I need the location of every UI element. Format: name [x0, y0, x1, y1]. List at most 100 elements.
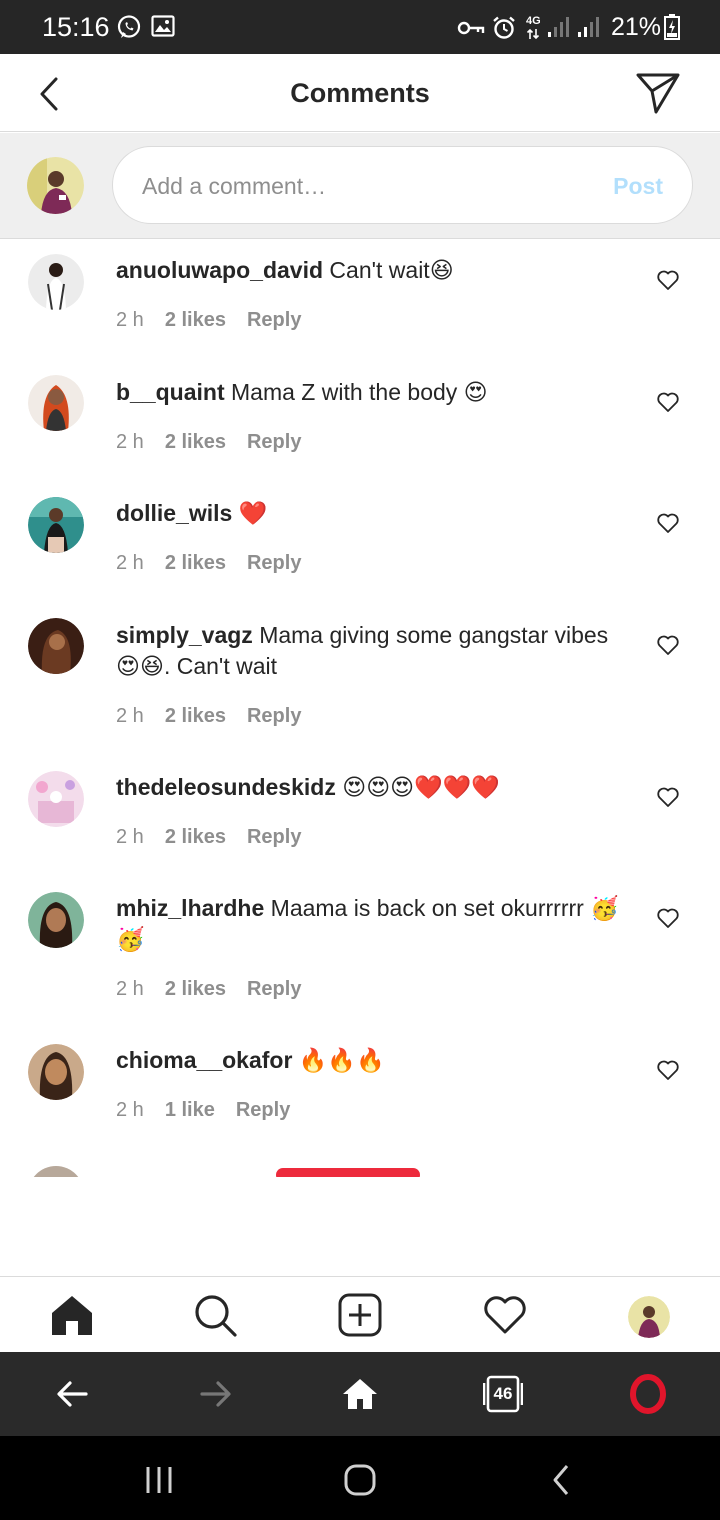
comment-meta: 2 h 1 like Reply [116, 1099, 311, 1122]
comment-username[interactable]: mhiz_lhardhe [116, 895, 264, 921]
user-avatar [27, 157, 84, 214]
commenter-avatar[interactable] [28, 618, 84, 674]
search-icon[interactable] [193, 1293, 237, 1337]
comment-time: 2 h [116, 978, 144, 1000]
header: Comments [0, 54, 720, 132]
comment-text: thedeleosundeskidz 😍😍😍❤️❤️❤️ [116, 772, 626, 803]
comment-text: anuoluwapo_david Can't wait😆 [116, 255, 626, 286]
reply-button[interactable]: Reply [247, 705, 301, 727]
gallery-icon [151, 15, 175, 37]
network-type: 4G [526, 15, 541, 27]
commenter-avatar[interactable] [28, 1166, 84, 1177]
commenter-avatar[interactable] [28, 375, 84, 431]
recents-icon[interactable] [142, 1463, 176, 1497]
commenter-avatar[interactable] [28, 497, 84, 553]
comment-likes[interactable]: 2 likes [165, 705, 226, 727]
browser-forward-icon[interactable] [196, 1374, 236, 1414]
data-arrows-icon [526, 28, 540, 40]
comment-placeholder: Add a comment… [142, 173, 327, 199]
comment-time: 2 h [116, 309, 144, 331]
comment-body: 🔥🔥🔥 [298, 1047, 385, 1073]
vpn-key-icon [457, 21, 485, 35]
activity-heart-icon[interactable] [483, 1293, 527, 1337]
commenter-avatar[interactable] [28, 892, 84, 948]
heart-icon[interactable] [656, 906, 680, 930]
heart-icon[interactable] [656, 1058, 680, 1082]
comment-body: ❤️ [238, 500, 268, 526]
comment-likes[interactable]: 1 like [165, 1099, 215, 1121]
comment-input[interactable]: Add a comment… Post [112, 146, 693, 224]
whatsapp-icon [117, 15, 141, 38]
comment-likes[interactable]: 2 likes [165, 826, 226, 848]
reply-button[interactable]: Reply [247, 552, 301, 574]
comment-hearts-partial [276, 1168, 420, 1177]
comments-list[interactable]: anuoluwapo_david Can't wait😆 2 h 2 likes R… [0, 240, 720, 1177]
comment-likes[interactable]: 2 likes [165, 431, 226, 453]
alarm-icon [493, 16, 515, 39]
bottom-nav [0, 1276, 720, 1352]
comment-username[interactable]: anuoluwapo_david [116, 257, 323, 283]
comment-time: 2 h [116, 705, 144, 727]
heart-icon[interactable] [656, 633, 680, 657]
reply-button[interactable]: Reply [247, 826, 301, 848]
comment-likes[interactable]: 2 likes [165, 552, 226, 574]
comment-text: simply_vagz Mama giving some gangstar vi… [116, 620, 626, 682]
profile-avatar[interactable] [628, 1296, 670, 1338]
system-nav [0, 1436, 720, 1520]
commenter-avatar[interactable] [28, 1044, 84, 1100]
comment-meta: 2 h 2 likes Reply [116, 978, 322, 1001]
comment-likes[interactable]: 2 likes [165, 309, 226, 331]
comment-body: 😍😍😍❤️❤️❤️ [342, 774, 501, 800]
tabs-count: 46 [493, 1384, 513, 1403]
page-title: Comments [290, 78, 430, 108]
send-icon[interactable] [634, 70, 682, 116]
comment-username[interactable]: dollie_wils [116, 500, 232, 526]
comment-time: 2 h [116, 552, 144, 574]
battery-icon [664, 14, 680, 40]
post-button[interactable]: Post [613, 173, 663, 200]
comment-time: 2 h [116, 1099, 144, 1121]
comment-meta: 2 h 2 likes Reply [116, 431, 322, 454]
browser-home-icon[interactable] [340, 1374, 380, 1414]
reply-button[interactable]: Reply [247, 978, 301, 1000]
comment-username[interactable]: simply_vagz [116, 622, 253, 648]
heart-icon[interactable] [656, 785, 680, 809]
comment-body: Mama Z with the body 😍 [231, 379, 488, 405]
heart-icon[interactable] [656, 268, 680, 292]
comment-username[interactable]: thedeleosundeskidz [116, 774, 336, 800]
home-circle-icon[interactable] [343, 1463, 377, 1497]
comment-meta: 2 h 2 likes Reply [116, 309, 322, 332]
opera-menu-icon[interactable] [628, 1374, 668, 1414]
heart-icon[interactable] [656, 390, 680, 414]
comment-composer: Add a comment… Post [0, 133, 720, 239]
comment-likes[interactable]: 2 likes [165, 978, 226, 1000]
comment-time: 2 h [116, 826, 144, 848]
commenter-avatar[interactable] [28, 254, 84, 310]
comment-username[interactable]: chioma__okafor [116, 1047, 292, 1073]
reply-button[interactable]: Reply [247, 431, 301, 453]
reply-button[interactable]: Reply [236, 1099, 290, 1121]
tabs-icon[interactable]: 46 [483, 1374, 523, 1414]
comment-meta: 2 h 2 likes Reply [116, 552, 322, 575]
comment-time: 2 h [116, 431, 144, 453]
status-time: 15:16 [42, 12, 110, 42]
new-post-icon[interactable] [338, 1293, 382, 1337]
comment-text: dollie_wils ❤️ [116, 498, 626, 529]
comment-body: Can't wait😆 [329, 257, 454, 283]
comment-text: b__quaint Mama Z with the body 😍 [116, 377, 626, 408]
status-bar: 15:16 4G 21% [0, 0, 720, 54]
home-icon[interactable] [50, 1293, 94, 1337]
comment-meta: 2 h 2 likes Reply [116, 705, 322, 728]
comment-username[interactable]: b__quaint [116, 379, 225, 405]
battery-percent: 21% [611, 13, 662, 41]
browser-back-icon[interactable] [52, 1374, 92, 1414]
back-chevron-icon[interactable] [545, 1463, 579, 1497]
comment-text: mhiz_lhardhe Maama is back on set okurrr… [116, 893, 626, 955]
comment-meta: 2 h 2 likes Reply [116, 826, 322, 849]
commenter-avatar[interactable] [28, 771, 84, 827]
signal-icon-2 [578, 17, 599, 37]
heart-icon[interactable] [656, 511, 680, 535]
browser-bar: 46 [0, 1352, 720, 1436]
signal-icon [548, 17, 569, 37]
reply-button[interactable]: Reply [247, 309, 301, 331]
